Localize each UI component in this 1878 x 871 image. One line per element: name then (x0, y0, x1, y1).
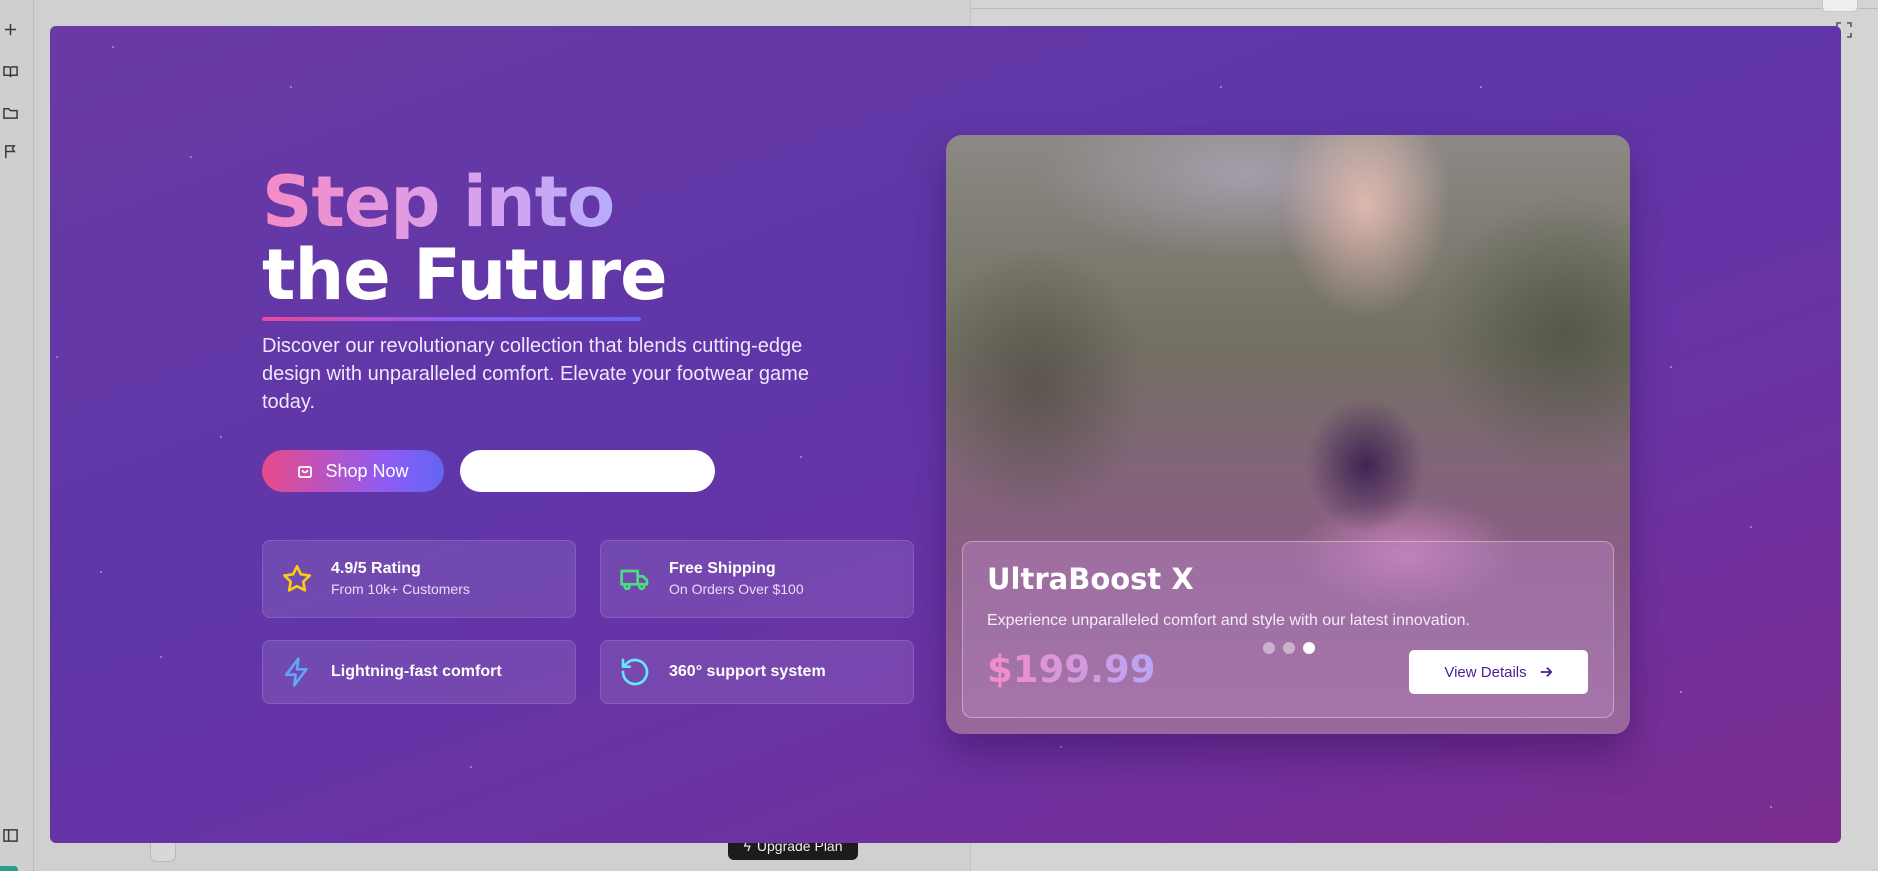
feature-card-rating: 4.9/5 Rating From 10k+ Customers (262, 540, 576, 618)
shop-now-button[interactable]: Shop Now (262, 450, 444, 492)
decor-dot (56, 356, 58, 358)
view-details-button[interactable]: View Details (1409, 650, 1588, 694)
book-icon[interactable] (0, 61, 20, 81)
refresh-icon (617, 654, 653, 690)
feature-card-support: 360° support system (600, 640, 914, 704)
decor-dot (1670, 366, 1672, 368)
star-icon (279, 561, 315, 597)
add-icon[interactable] (0, 19, 20, 39)
shop-now-label: Shop Now (325, 460, 409, 481)
title-underline (262, 317, 641, 321)
decor-dot (112, 46, 114, 48)
product-info-panel: UltraBoost X Experience unparalleled com… (962, 541, 1614, 718)
status-indicator (0, 866, 18, 871)
carousel-dots (1263, 642, 1315, 654)
feature-card-shipping: Free Shipping On Orders Over $100 (600, 540, 914, 618)
decor-dot (1480, 86, 1482, 88)
hero-description: Discover our revolutionary collection th… (262, 335, 809, 413)
decor-dot (1060, 746, 1062, 748)
feature-subtitle: On Orders Over $100 (669, 581, 804, 597)
decor-dot (1770, 806, 1772, 808)
feature-title: 4.9/5 Rating (331, 560, 421, 577)
close-button[interactable] (1822, 0, 1858, 12)
product-name: UltraBoost X (987, 562, 1194, 596)
decor-dot (1680, 691, 1682, 693)
carousel-dot-active[interactable] (1303, 642, 1315, 654)
folder-icon[interactable] (0, 102, 20, 122)
feature-card-comfort: Lightning-fast comfort (262, 640, 576, 704)
carousel-dot[interactable] (1263, 642, 1275, 654)
decor-dot (290, 86, 292, 88)
decor-dot (220, 436, 222, 438)
flag-icon[interactable] (0, 141, 20, 161)
view-details-label: View Details (1444, 663, 1527, 681)
feature-subtitle: From 10k+ Customers (331, 581, 470, 597)
decor-dot (1750, 526, 1752, 528)
preview-modal: Step into the Future Discover our revolu… (50, 26, 1841, 843)
decor-dot (470, 766, 472, 768)
feature-title: 360° support system (669, 663, 826, 680)
feature-title: Lightning-fast comfort (331, 663, 502, 680)
secondary-button[interactable] (460, 450, 715, 492)
left-toolbar (0, 0, 34, 871)
feature-title: Free Shipping (669, 560, 776, 577)
hero-title-line2: the Future (262, 234, 668, 316)
truck-icon (617, 561, 653, 597)
product-description: Experience unparalleled comfort and styl… (987, 612, 1470, 629)
shopping-bag-icon (298, 466, 313, 478)
product-price: $199.99 (987, 648, 1156, 691)
decor-dot (1220, 86, 1222, 88)
decor-dot (800, 456, 802, 458)
decor-dot (100, 571, 102, 573)
divider (970, 8, 1878, 9)
sidebar-toggle-icon[interactable] (0, 825, 20, 845)
decor-dot (190, 156, 192, 158)
hero-title: Step into the Future (262, 166, 668, 316)
carousel-dot[interactable] (1283, 642, 1295, 654)
decor-dot (160, 656, 162, 658)
arrow-right-icon (1540, 667, 1553, 677)
lightning-icon (279, 654, 315, 690)
hero-title-line1: Step into (262, 166, 667, 239)
product-card: UltraBoost X Experience unparalleled com… (946, 135, 1630, 734)
